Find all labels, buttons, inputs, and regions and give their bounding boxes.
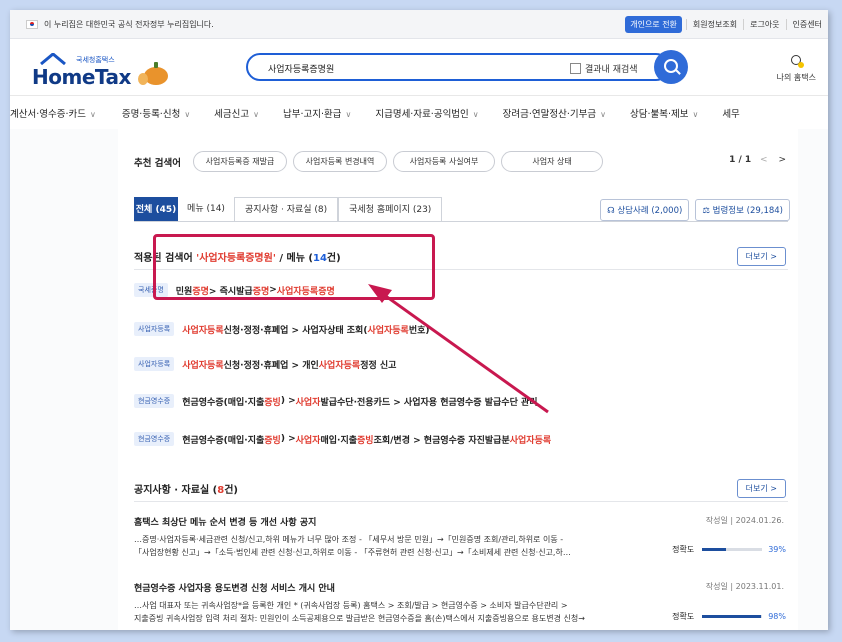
annotation-arrow-icon [368, 284, 549, 414]
arrow-head [368, 284, 392, 303]
arrow-line [379, 290, 549, 414]
